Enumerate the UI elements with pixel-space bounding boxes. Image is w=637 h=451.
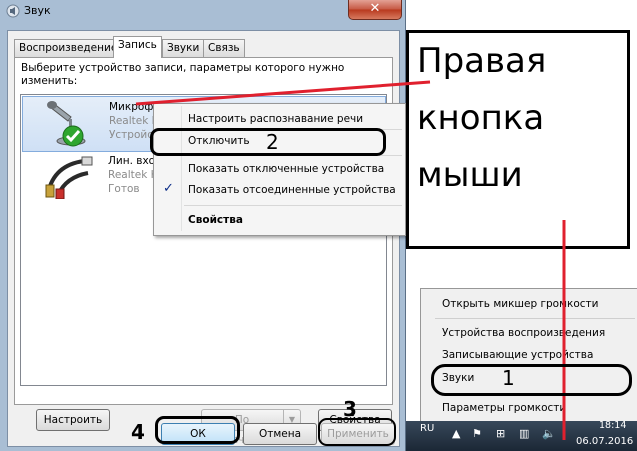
highlight-ok-oval [155,416,240,444]
step-number-2: 2 [266,130,279,154]
annotation-arrow [135,80,431,106]
tab-recording[interactable]: Запись [113,36,162,58]
step-number-3: 3 [343,397,357,421]
step-number-4: 4 [131,420,145,444]
highlight-apply-oval [318,418,396,446]
highlight-sounds-oval [431,364,632,396]
step-number-1: 1 [502,366,515,390]
